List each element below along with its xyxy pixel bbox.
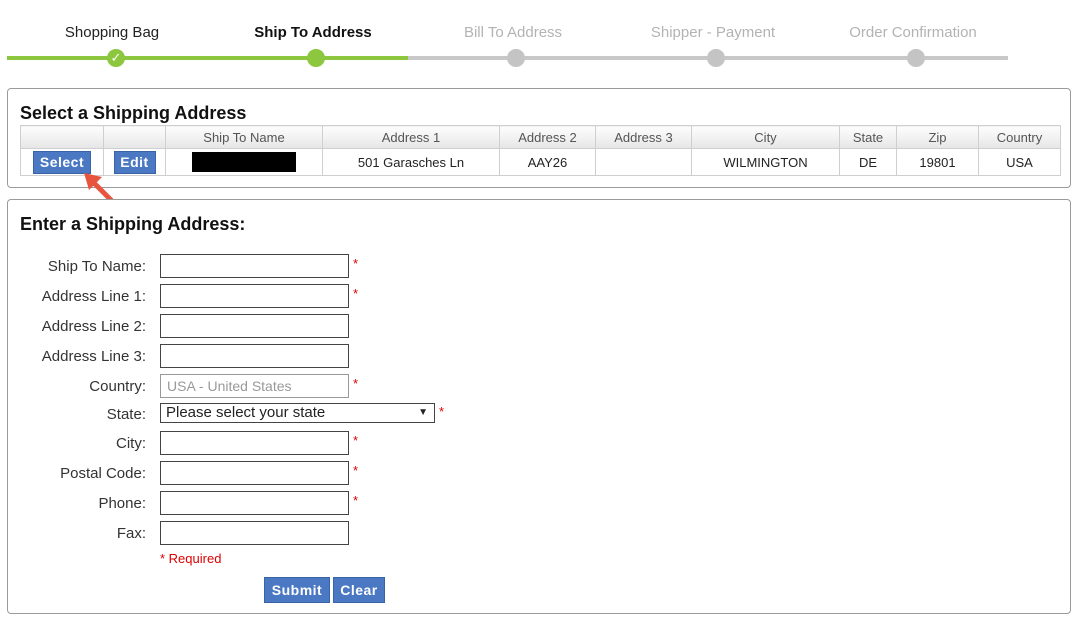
cell-country: USA (978, 148, 1061, 176)
address1-label: Address Line 1: (41, 288, 146, 305)
state-label: State: (106, 406, 146, 423)
step-dot-pending (507, 49, 525, 67)
checkout-progress: Shopping Bag Ship To Address Bill To Add… (0, 0, 1079, 80)
column-header-city: City (691, 125, 840, 149)
step-shopping-bag[interactable]: Shopping Bag (22, 24, 202, 41)
clear-button[interactable]: Clear (333, 577, 385, 603)
address3-label: Address Line 3: (41, 348, 146, 365)
chevron-down-icon: ▼ (418, 407, 428, 418)
required-mark: * (353, 256, 359, 271)
column-header-country: Country (978, 125, 1061, 149)
required-mark: * (353, 376, 359, 391)
cell-address3 (595, 148, 692, 176)
step-order-confirmation: Order Confirmation (849, 24, 977, 41)
country-row: Country: * (8, 374, 508, 398)
address3-input[interactable] (160, 344, 349, 368)
step-dot-current (307, 49, 325, 67)
country-label: Country: (89, 378, 146, 395)
check-icon: ✓ (110, 50, 122, 65)
address-table: Ship To Name Address 1 Address 2 Address… (20, 125, 1061, 176)
column-header-address3: Address 3 (595, 125, 692, 149)
column-header-state: State (839, 125, 897, 149)
city-label: City: (116, 435, 146, 452)
required-note: * Required (160, 551, 222, 566)
cell-address2: AAY26 (499, 148, 596, 176)
state-select[interactable]: Please select your state ▼ (160, 403, 435, 423)
address2-label: Address Line 2: (41, 318, 146, 335)
address1-row: Address Line 1: * (8, 284, 508, 308)
phone-row: Phone: * (8, 491, 508, 515)
enter-address-panel: Enter a Shipping Address: Ship To Name: … (7, 199, 1071, 614)
required-mark: * (353, 286, 359, 301)
cell-zip: 19801 (896, 148, 979, 176)
postal-code-input[interactable] (160, 461, 349, 485)
cell-state: DE (839, 148, 897, 176)
phone-label: Phone: (98, 495, 146, 512)
step-dot-done: ✓ (107, 49, 125, 67)
column-header-zip: Zip (896, 125, 979, 149)
required-mark: * (353, 463, 359, 478)
address3-row: Address Line 3: (8, 344, 508, 368)
step-ship-to-address: Ship To Address (254, 24, 372, 41)
column-header (103, 125, 166, 149)
address2-input[interactable] (160, 314, 349, 338)
postal-code-label: Postal Code: (60, 465, 146, 482)
column-header-ship-to-name: Ship To Name (165, 125, 323, 149)
country-input[interactable] (160, 374, 349, 398)
column-header-address2: Address 2 (499, 125, 596, 149)
step-dot-pending (907, 49, 925, 67)
table-header-row: Ship To Name Address 1 Address 2 Address… (20, 125, 1061, 149)
required-mark: * (439, 404, 445, 419)
cell-address1: 501 Garasches Ln (322, 148, 500, 176)
step-dot-pending (707, 49, 725, 67)
phone-input[interactable] (160, 491, 349, 515)
submit-button[interactable]: Submit (264, 577, 330, 603)
fax-label: Fax: (116, 525, 146, 542)
step-bill-to-address: Bill To Address (463, 24, 563, 41)
fax-input[interactable] (160, 521, 349, 545)
fax-row: Fax: (8, 521, 508, 545)
ship-to-name-label: Ship To Name: (47, 258, 146, 275)
form-title: Enter a Shipping Address: (20, 214, 246, 234)
redacted-name (192, 152, 296, 172)
state-row: State: Please select your state ▼ * (8, 402, 508, 426)
panel-title: Select a Shipping Address (20, 103, 247, 123)
column-header-address1: Address 1 (322, 125, 500, 149)
required-mark: * (353, 433, 359, 448)
state-select-value: Please select your state (166, 404, 326, 421)
required-mark: * (353, 493, 359, 508)
postal-code-row: Postal Code: * (8, 461, 508, 485)
ship-to-name-row: Ship To Name: * (8, 254, 508, 278)
table-row: Select Edit 501 Garasches Ln AAY26 WILMI… (20, 148, 1061, 176)
ship-to-name-input[interactable] (160, 254, 349, 278)
city-row: City: * (8, 431, 508, 455)
step-shipper-payment: Shipper - Payment (650, 24, 776, 41)
address1-input[interactable] (160, 284, 349, 308)
address2-row: Address Line 2: (8, 314, 508, 338)
select-address-panel: Select a Shipping Address Ship To Name A… (7, 88, 1071, 188)
column-header (20, 125, 104, 149)
progress-track-done (7, 56, 408, 60)
cell-city: WILMINGTON (691, 148, 840, 176)
city-input[interactable] (160, 431, 349, 455)
